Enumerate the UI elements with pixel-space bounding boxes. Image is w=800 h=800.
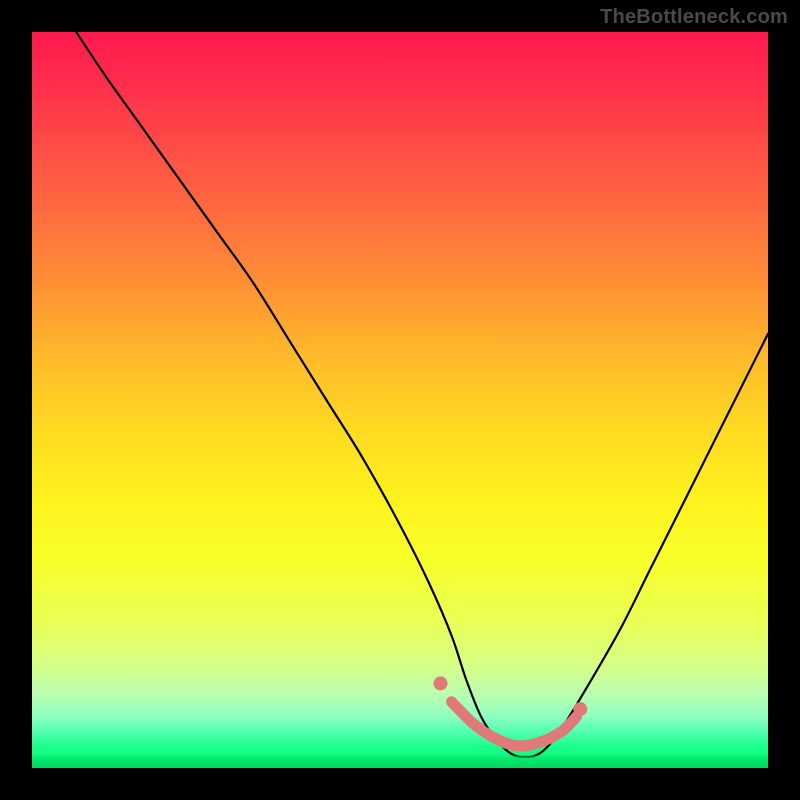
plot-area: [32, 32, 768, 768]
optimal-range-dot: [574, 703, 587, 716]
optimal-range-stroke: [452, 702, 577, 746]
bottleneck-curve-line: [76, 32, 768, 757]
bottleneck-chart: [32, 32, 768, 768]
chart-frame: TheBottleneck.com: [0, 0, 800, 800]
optimal-range-dot: [434, 677, 447, 690]
watermark-text: TheBottleneck.com: [600, 6, 788, 29]
